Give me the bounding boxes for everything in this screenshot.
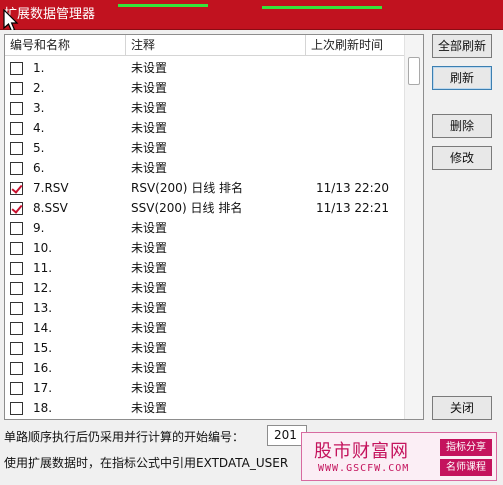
list-item[interactable]: 3. 未设置	[5, 98, 405, 118]
row-note: SSV(200) 日线 排名	[131, 201, 243, 215]
column-header-name[interactable]: 编号和名称	[5, 35, 126, 56]
watermark-tag: 名师课程	[440, 459, 492, 476]
row-name: 18.	[33, 401, 53, 415]
row-refresh-time: 11/13 22:21	[316, 201, 389, 215]
row-checkbox[interactable]	[10, 342, 23, 355]
list-item[interactable]: 1. 未设置	[5, 58, 405, 78]
list-item[interactable]: 8.SSV SSV(200) 日线 排名 11/13 22:21	[5, 198, 405, 218]
row-note: 未设置	[131, 261, 168, 275]
row-note: RSV(200) 日线 排名	[131, 181, 244, 195]
row-note: 未设置	[131, 241, 168, 255]
row-name: 15.	[33, 341, 53, 355]
title-glitch-stripe	[118, 4, 208, 7]
dialog-client-area: 编号和名称 注释 上次刷新时间 1. 未设置 2. 未设置 3. 未设置 4. 未设置 5. 未设…	[0, 30, 503, 485]
watermark-url: WWW.GSCFW.COM	[318, 463, 410, 474]
row-checkbox[interactable]	[10, 102, 23, 115]
row-note: 未设置	[131, 141, 168, 155]
row-note: 未设置	[131, 321, 168, 335]
row-note: 未设置	[131, 301, 168, 315]
watermark-tag: 指标分享	[440, 439, 492, 456]
site-watermark: 股市财富网 WWW.GSCFW.COM 指标分享 名师课程	[301, 432, 497, 481]
row-refresh-time: 11/13 22:20	[316, 181, 389, 195]
row-name: 12.	[33, 281, 53, 295]
title-bar[interactable]: 扩展数据管理器	[0, 0, 503, 30]
list-item[interactable]: 2. 未设置	[5, 78, 405, 98]
list-item[interactable]: 13. 未设置	[5, 298, 405, 318]
row-name: 5.	[33, 141, 45, 155]
close-button[interactable]: 关闭	[432, 396, 492, 420]
row-note: 未设置	[131, 61, 168, 75]
refresh-all-button[interactable]: 全部刷新	[432, 34, 492, 58]
row-name: 4.	[33, 121, 45, 135]
row-name: 1.	[33, 61, 45, 75]
row-name: 3.	[33, 101, 45, 115]
row-note: 未设置	[131, 101, 168, 115]
list-item[interactable]: 18. 未设置	[5, 398, 405, 418]
row-note: 未设置	[131, 161, 168, 175]
list-item[interactable]: 15. 未设置	[5, 338, 405, 358]
refresh-button[interactable]: 刷新	[432, 66, 492, 90]
row-note: 未设置	[131, 401, 168, 415]
list-item[interactable]: 17. 未设置	[5, 378, 405, 398]
row-note: 未设置	[131, 341, 168, 355]
row-note: 未设置	[131, 281, 168, 295]
row-name: 13.	[33, 301, 53, 315]
row-name: 7.RSV	[33, 181, 69, 195]
row-name: 2.	[33, 81, 45, 95]
list-item[interactable]: 7.RSV RSV(200) 日线 排名 11/13 22:20	[5, 178, 405, 198]
extension-data-list[interactable]: 编号和名称 注释 上次刷新时间 1. 未设置 2. 未设置 3. 未设置 4. 未设置 5. 未设…	[4, 34, 424, 420]
row-checkbox[interactable]	[10, 402, 23, 415]
row-checkbox[interactable]	[10, 282, 23, 295]
row-note: 未设置	[131, 221, 168, 235]
row-name: 17.	[33, 381, 53, 395]
list-header: 编号和名称 注释 上次刷新时间	[5, 35, 405, 56]
row-checkbox[interactable]	[10, 382, 23, 395]
list-item[interactable]: 5. 未设置	[5, 138, 405, 158]
row-checkbox[interactable]	[10, 242, 23, 255]
row-checkbox[interactable]	[10, 262, 23, 275]
row-checkbox[interactable]	[10, 162, 23, 175]
list-item[interactable]: 4. 未设置	[5, 118, 405, 138]
row-name: 6.	[33, 161, 45, 175]
list-item[interactable]: 10. 未设置	[5, 238, 405, 258]
row-checkbox[interactable]	[10, 222, 23, 235]
modify-button[interactable]: 修改	[432, 146, 492, 170]
list-item[interactable]: 14. 未设置	[5, 318, 405, 338]
list-rows: 1. 未设置 2. 未设置 3. 未设置 4. 未设置 5. 未设置 6. 未设置 7.RSV RSV(2…	[5, 58, 405, 418]
row-name: 11.	[33, 261, 53, 275]
list-item[interactable]: 6. 未设置	[5, 158, 405, 178]
row-name: 10.	[33, 241, 53, 255]
list-item[interactable]: 11. 未设置	[5, 258, 405, 278]
row-note: 未设置	[131, 361, 168, 375]
row-name: 14.	[33, 321, 53, 335]
column-header-time[interactable]: 上次刷新时间	[306, 35, 405, 56]
list-item[interactable]: 12. 未设置	[5, 278, 405, 298]
row-checkbox[interactable]	[10, 122, 23, 135]
row-checkbox[interactable]	[10, 202, 23, 215]
row-name: 9.	[33, 221, 45, 235]
list-item[interactable]: 9. 未设置	[5, 218, 405, 238]
scrollbar-thumb[interactable]	[408, 57, 420, 85]
row-checkbox[interactable]	[10, 82, 23, 95]
watermark-title: 股市财富网	[314, 441, 409, 462]
row-name: 8.SSV	[33, 201, 68, 215]
vertical-scrollbar[interactable]	[404, 35, 423, 419]
row-name: 16.	[33, 361, 53, 375]
row-checkbox[interactable]	[10, 302, 23, 315]
row-note: 未设置	[131, 121, 168, 135]
delete-button[interactable]: 删除	[432, 114, 492, 138]
column-header-note[interactable]: 注释	[126, 35, 306, 56]
row-note: 未设置	[131, 81, 168, 95]
row-checkbox[interactable]	[10, 322, 23, 335]
title-glitch-stripe	[262, 6, 382, 9]
row-checkbox[interactable]	[10, 182, 23, 195]
row-checkbox[interactable]	[10, 142, 23, 155]
start-number-label: 单路顺序执行后仍采用并行计算的开始编号：	[4, 430, 245, 444]
usage-hint-text: 使用扩展数据时，在指标公式中引用EXTDATA_USER	[4, 456, 289, 470]
row-checkbox[interactable]	[10, 62, 23, 75]
row-checkbox[interactable]	[10, 362, 23, 375]
row-note: 未设置	[131, 381, 168, 395]
list-item[interactable]: 16. 未设置	[5, 358, 405, 378]
